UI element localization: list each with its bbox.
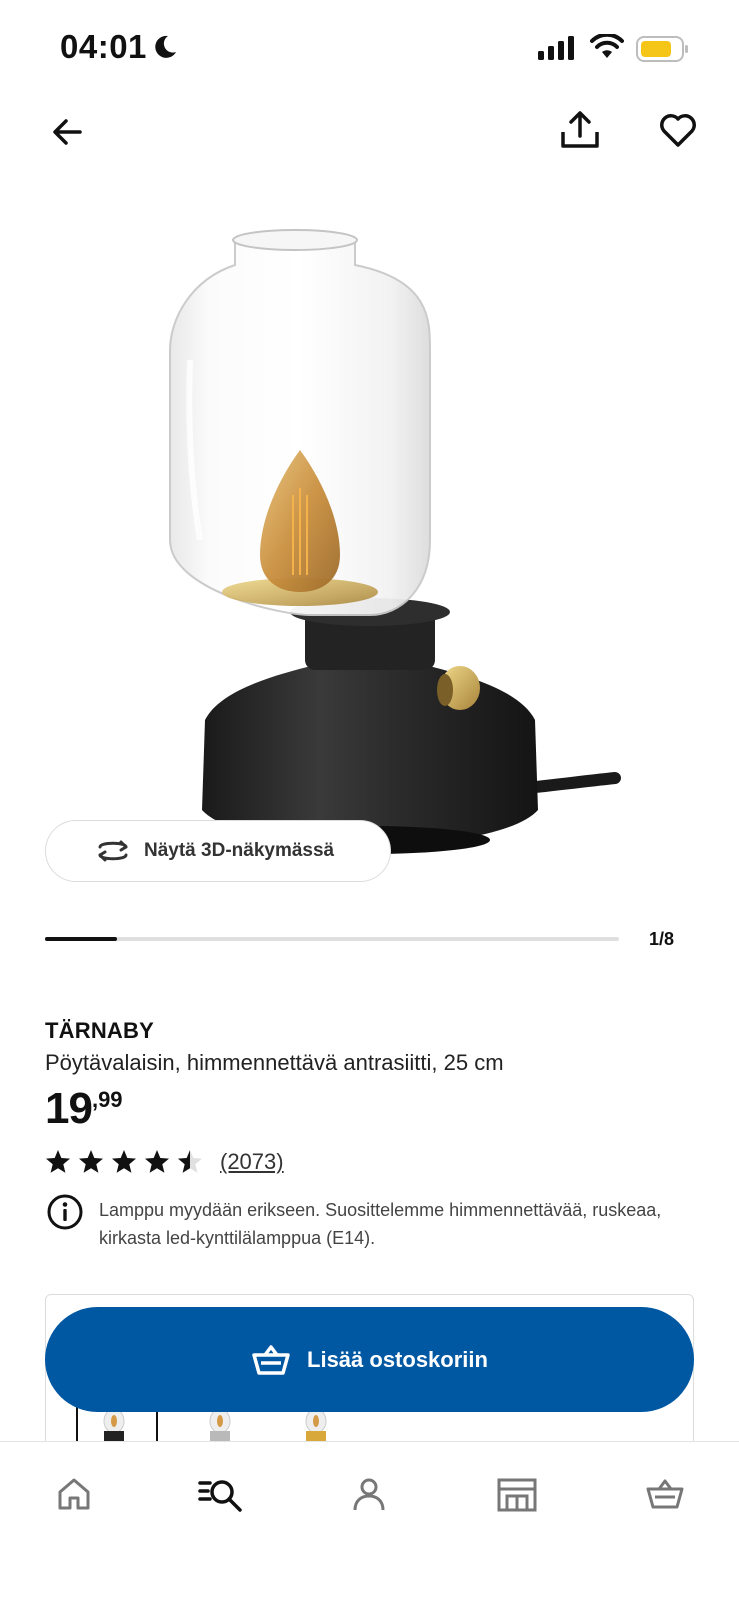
product-name: TÄRNABY bbox=[45, 1018, 154, 1043]
nav-search[interactable] bbox=[193, 1466, 249, 1522]
favourite-button[interactable] bbox=[650, 102, 706, 158]
profile-icon bbox=[353, 1478, 385, 1511]
share-icon bbox=[561, 111, 599, 148]
search-icon bbox=[198, 1480, 242, 1512]
product-image[interactable] bbox=[100, 220, 640, 880]
moon-icon bbox=[155, 35, 176, 58]
nav-profile[interactable] bbox=[341, 1466, 397, 1522]
view-3d-label: Näytä 3D-näkymässä bbox=[144, 840, 335, 861]
status-time: 04:01 bbox=[60, 28, 147, 65]
price-decimal: ,99 bbox=[91, 1087, 123, 1112]
battery-icon bbox=[636, 36, 688, 62]
share-button[interactable] bbox=[552, 102, 608, 158]
price-integer: 19 bbox=[45, 1084, 93, 1133]
view-3d-button[interactable]: Näytä 3D-näkymässä bbox=[45, 820, 391, 882]
rating-count[interactable]: (2073) bbox=[220, 1149, 284, 1175]
star-icon bbox=[145, 1150, 169, 1173]
rating-stars bbox=[45, 1149, 210, 1175]
info-icon bbox=[47, 1194, 83, 1230]
heart-icon bbox=[660, 114, 696, 147]
gallery-counter: 1/8 bbox=[649, 929, 675, 949]
basket-icon bbox=[252, 1344, 290, 1375]
back-arrow-icon bbox=[53, 119, 82, 145]
bottom-nav bbox=[0, 1441, 739, 1600]
info-notice: Lamppu myydään erikseen. Suosittelemme h… bbox=[45, 1192, 695, 1252]
product-rating[interactable]: (2073) bbox=[45, 1147, 284, 1177]
nav-basket[interactable] bbox=[637, 1466, 693, 1522]
signal-icon bbox=[538, 36, 574, 60]
nav-home[interactable] bbox=[46, 1466, 102, 1522]
home-icon bbox=[58, 1478, 90, 1510]
basket-icon bbox=[646, 1479, 684, 1509]
star-icon bbox=[79, 1150, 103, 1173]
product-price: 19 ,99 bbox=[45, 1085, 123, 1133]
gallery-progress-bar bbox=[45, 937, 619, 941]
back-button[interactable] bbox=[40, 104, 96, 160]
star-icon bbox=[178, 1150, 202, 1173]
wifi-icon bbox=[590, 34, 624, 58]
add-to-cart-button[interactable]: Lisää ostoskoriin bbox=[45, 1307, 694, 1412]
add-to-cart-label: Lisää ostoskoriin bbox=[307, 1346, 488, 1372]
rotate-3d-icon bbox=[98, 840, 128, 862]
status-bar: 04:01 bbox=[0, 0, 739, 96]
star-icon bbox=[112, 1150, 136, 1173]
store-icon bbox=[497, 1478, 537, 1512]
product-description: Pöytävalaisin, himmennettävä antrasiitti… bbox=[45, 1050, 504, 1075]
gallery-progress-fill bbox=[45, 937, 117, 941]
nav-store[interactable] bbox=[489, 1466, 545, 1522]
info-text: Lamppu myydään erikseen. Suosittelemme h… bbox=[99, 1200, 662, 1248]
top-nav bbox=[0, 100, 739, 164]
star-icon bbox=[46, 1150, 70, 1173]
